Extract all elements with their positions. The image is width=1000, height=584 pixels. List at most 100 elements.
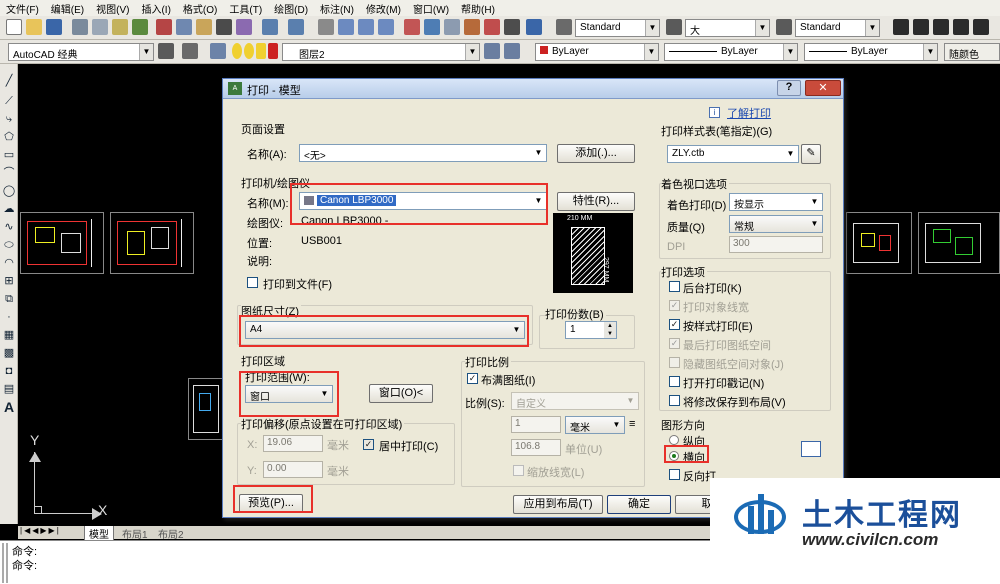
open-icon[interactable] bbox=[26, 19, 42, 35]
menu-format[interactable]: 格式(O) bbox=[183, 1, 217, 16]
dim-style-icon[interactable] bbox=[666, 19, 682, 35]
menu-insert[interactable]: 插入(I) bbox=[141, 1, 170, 16]
save-icon[interactable] bbox=[46, 19, 62, 35]
revision-cloud-icon[interactable]: ☁ bbox=[2, 202, 16, 216]
tab-layout1[interactable]: 布局1 bbox=[118, 526, 152, 541]
fit-to-paper-checkbox[interactable]: ✓ bbox=[467, 373, 478, 384]
redo-icon[interactable] bbox=[288, 19, 304, 35]
make-block-icon[interactable]: ⧉ bbox=[2, 292, 16, 306]
linetype-select[interactable]: ByLayer ▼ bbox=[664, 43, 798, 61]
text-style-select[interactable]: Standard ▼ bbox=[575, 19, 660, 37]
arc-icon[interactable]: ⌒ bbox=[2, 166, 16, 180]
tool-palettes-icon[interactable] bbox=[444, 19, 460, 35]
markup-icon[interactable] bbox=[484, 19, 500, 35]
cut-icon[interactable] bbox=[156, 19, 172, 35]
plot-icon[interactable] bbox=[72, 19, 88, 35]
help-question-icon[interactable]: ? bbox=[777, 80, 801, 96]
portrait-radio[interactable] bbox=[669, 435, 679, 445]
region-icon[interactable]: ◘ bbox=[2, 364, 16, 378]
workspace-settings-icon[interactable] bbox=[158, 43, 174, 59]
edit-plot-style-icon[interactable]: ✎ bbox=[801, 144, 821, 164]
plot-option-checkbox[interactable] bbox=[669, 395, 680, 406]
plot-option-checkbox[interactable]: ✓ bbox=[669, 338, 680, 349]
menu-edit[interactable]: 编辑(E) bbox=[51, 1, 84, 16]
menu-modify[interactable]: 修改(M) bbox=[366, 1, 401, 16]
spline-icon[interactable]: ∿ bbox=[2, 220, 16, 234]
plot-option-checkbox[interactable]: ✓ bbox=[669, 319, 680, 330]
paste-icon[interactable] bbox=[196, 19, 212, 35]
plot-option-checkbox[interactable] bbox=[669, 376, 680, 387]
3d-dwf-icon[interactable] bbox=[132, 19, 148, 35]
tab-layout2[interactable]: 布局2 bbox=[154, 526, 188, 541]
ellipse-arc-icon[interactable]: ◠ bbox=[2, 256, 16, 270]
dialog-titlebar[interactable]: A 打印 - 模型 ? ✕ bbox=[223, 79, 843, 99]
plot-option-checkbox[interactable] bbox=[669, 357, 680, 368]
scale-units-input[interactable]: 106.8 bbox=[511, 439, 561, 456]
gradient-icon[interactable]: ▩ bbox=[2, 346, 16, 360]
polyline-icon[interactable]: ⤷ bbox=[2, 112, 16, 126]
workspace-select[interactable]: AutoCAD 经典 ▼ bbox=[8, 43, 154, 61]
layer-select[interactable]: 图层2 ▼ bbox=[282, 43, 480, 61]
print-to-file-checkbox[interactable] bbox=[247, 277, 258, 288]
circle-icon[interactable]: ◯ bbox=[2, 184, 16, 198]
help-link[interactable]: 了解打印 bbox=[727, 105, 771, 121]
layer-lock-icon[interactable] bbox=[256, 43, 266, 59]
dpi-input[interactable]: 300 bbox=[729, 236, 823, 253]
design-center-icon[interactable] bbox=[424, 19, 440, 35]
offset-y-input[interactable]: 0.00 bbox=[263, 461, 323, 478]
plotstyle-select[interactable]: 随颜色 bbox=[944, 43, 1000, 61]
table-icon[interactable]: ▤ bbox=[2, 382, 16, 396]
menu-view[interactable]: 视图(V) bbox=[96, 1, 129, 16]
apply-to-layout-button[interactable]: 应用到布局(T) bbox=[513, 495, 603, 514]
zoom-previous-icon[interactable] bbox=[378, 19, 394, 35]
point-icon[interactable]: · bbox=[2, 310, 16, 324]
reverse-plot-checkbox[interactable] bbox=[669, 469, 680, 480]
menu-window[interactable]: 窗口(W) bbox=[413, 1, 449, 16]
pan-icon[interactable] bbox=[318, 19, 334, 35]
menu-help[interactable]: 帮助(H) bbox=[461, 1, 495, 16]
menu-file[interactable]: 文件(F) bbox=[6, 1, 39, 16]
close-icon[interactable]: ✕ bbox=[805, 80, 841, 96]
layer-freeze-icon[interactable] bbox=[244, 43, 254, 59]
menu-dimension[interactable]: 标注(N) bbox=[320, 1, 354, 16]
copy-icon[interactable] bbox=[176, 19, 192, 35]
match-properties-icon[interactable] bbox=[216, 19, 232, 35]
mtext-icon[interactable]: A bbox=[2, 400, 16, 414]
zoom-window-icon[interactable] bbox=[358, 19, 374, 35]
copies-input[interactable]: 1 ▲ ▼ bbox=[565, 321, 617, 339]
plot-option-checkbox[interactable]: ✓ bbox=[669, 300, 680, 311]
construction-line-icon[interactable]: ⟋ bbox=[2, 94, 16, 108]
plot-style-select[interactable]: ZLY.ctb ▼ bbox=[667, 145, 799, 163]
publish-icon[interactable] bbox=[112, 19, 128, 35]
page-setup-select[interactable]: <无> ▼ bbox=[299, 144, 547, 162]
arc-length-icon[interactable] bbox=[933, 19, 949, 35]
sheet-set-icon[interactable] bbox=[464, 19, 480, 35]
table-style-icon[interactable] bbox=[776, 19, 792, 35]
scale-value-input[interactable]: 1 bbox=[511, 416, 561, 433]
layer-previous-icon[interactable] bbox=[504, 43, 520, 59]
layer-color-icon[interactable] bbox=[268, 43, 278, 59]
scale-select[interactable]: 自定义 ▼ bbox=[511, 392, 639, 410]
polygon-icon[interactable]: ⬠ bbox=[2, 130, 16, 144]
center-plot-checkbox[interactable]: ✓ bbox=[363, 439, 374, 450]
insert-block-icon[interactable]: ⊞ bbox=[2, 274, 16, 288]
menu-tools[interactable]: 工具(T) bbox=[229, 1, 262, 16]
scale-unit-select[interactable]: 毫米 ▼ bbox=[565, 416, 625, 434]
workspace-save-icon[interactable] bbox=[182, 43, 198, 59]
plot-option-checkbox[interactable] bbox=[669, 281, 680, 292]
rectangle-icon[interactable]: ▭ bbox=[2, 148, 16, 162]
block-editor-icon[interactable] bbox=[236, 19, 252, 35]
zoom-realtime-icon[interactable] bbox=[338, 19, 354, 35]
ok-button[interactable]: 确定 bbox=[607, 495, 671, 514]
radius-dim-icon[interactable] bbox=[973, 19, 989, 35]
lineweight-select[interactable]: ByLayer ▼ bbox=[804, 43, 938, 61]
color-select[interactable]: ByLayer ▼ bbox=[535, 43, 659, 61]
help-icon[interactable] bbox=[526, 19, 542, 35]
properties-icon[interactable] bbox=[404, 19, 420, 35]
table-style-select[interactable]: Standard ▼ bbox=[795, 19, 880, 37]
scale-lineweights-checkbox[interactable] bbox=[513, 465, 524, 476]
linear-dim-icon[interactable] bbox=[893, 19, 909, 35]
undo-icon[interactable] bbox=[262, 19, 278, 35]
layer-manager-icon[interactable] bbox=[210, 43, 226, 59]
tab-nav-arrows-icon[interactable]: |◀◀▶▶| bbox=[20, 526, 61, 535]
